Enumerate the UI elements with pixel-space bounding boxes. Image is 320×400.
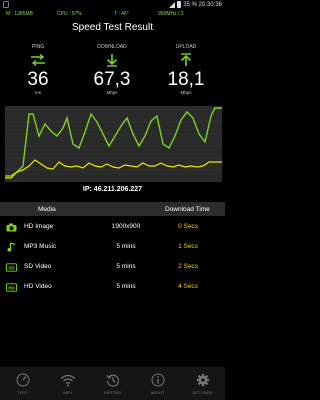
table-row: HD Image 1900x900 0 Secs xyxy=(0,217,225,237)
nav-history-label: HISTORY xyxy=(103,390,122,395)
download-arrow-icon xyxy=(82,52,142,68)
upload-metric: UPLOAD 18,1 Mbps xyxy=(156,44,216,95)
ping-label: PING xyxy=(31,44,45,50)
battery-icon xyxy=(177,1,182,8)
ping-unit: ms xyxy=(35,90,41,95)
nav-settings-label: SETTINGS xyxy=(192,390,213,395)
media-size: 5 mins xyxy=(116,263,136,270)
download-time: 0 Secs xyxy=(178,223,198,230)
download-time: 4 Secs xyxy=(178,283,198,290)
nav-history[interactable]: HISTORY xyxy=(90,372,135,395)
speedometer-icon xyxy=(0,372,45,388)
status-bar-right: 35 % 20:30:36 xyxy=(169,1,222,8)
hd-video-icon: HD xyxy=(6,282,17,292)
gear-icon xyxy=(180,372,225,388)
ping-metric: PING 36 ms xyxy=(8,44,68,95)
svg-text:SD: SD xyxy=(8,265,15,270)
signal-icon xyxy=(169,1,176,8)
column-media: Media xyxy=(38,206,56,213)
media-size: 1900x900 xyxy=(111,223,141,230)
results-table-header: Media Download Time xyxy=(0,202,225,216)
download-time: 2 Secs xyxy=(178,263,198,270)
memory-readout: M : 1285MB xyxy=(6,11,33,17)
upload-unit: Mbps xyxy=(180,90,192,95)
info-icon xyxy=(135,372,180,388)
download-metric: DOWNLOAD 67,3 Mbps xyxy=(82,44,142,95)
column-download-time: Download Time xyxy=(165,206,210,213)
media-name: MP3 Music xyxy=(24,243,57,250)
media-name: SD Video xyxy=(24,263,52,270)
bottom-navigation: TEST WIFI HISTORY ABOUT SETTINGS xyxy=(0,367,225,400)
download-value: 67,3 xyxy=(93,69,131,90)
nav-about-label: ABOUT xyxy=(150,390,165,395)
nav-wifi[interactable]: WIFI xyxy=(45,372,90,395)
download-label: DOWNLOAD xyxy=(97,44,127,50)
frequency-readout: 960MHz / 3 xyxy=(158,11,184,17)
notification-icon xyxy=(3,1,9,8)
device-info-bar: M : 1285MB CPU : 57% T : 46° 960MHz / 3 xyxy=(0,11,225,19)
media-size: 5 mins xyxy=(116,243,136,250)
table-row: MP3 Music 5 mins 1 Secs xyxy=(0,237,225,257)
download-time: 1 Secs xyxy=(178,243,198,250)
wifi-icon xyxy=(45,372,90,388)
upload-value: 18,1 xyxy=(167,69,205,90)
speed-graph xyxy=(5,106,222,182)
media-size: 5 mins xyxy=(116,283,136,290)
sd-video-icon: SD xyxy=(6,262,17,272)
upload-label: UPLOAD xyxy=(175,44,197,50)
music-note-icon xyxy=(6,242,17,252)
nav-about[interactable]: ABOUT xyxy=(135,372,180,395)
nav-settings[interactable]: SETTINGS xyxy=(180,372,225,395)
table-row: HD HD Video 5 mins 4 Secs xyxy=(0,277,225,297)
temperature-readout: T : 46° xyxy=(114,11,129,17)
upload-arrow-icon xyxy=(156,52,216,68)
download-unit: Mbps xyxy=(106,90,118,95)
ping-icon xyxy=(8,52,68,68)
status-text: 35 % 20:30:36 xyxy=(183,1,222,8)
ip-address: IP: 46.211.206.227 xyxy=(82,186,143,193)
status-bar: 35 % 20:30:36 xyxy=(0,0,225,10)
history-icon xyxy=(90,372,135,388)
media-name: HD Video xyxy=(24,283,52,290)
upload-series-line xyxy=(5,159,222,179)
cpu-readout: CPU : 57% xyxy=(57,11,82,17)
nav-test[interactable]: TEST xyxy=(0,372,45,395)
media-name: HD Image xyxy=(24,223,54,230)
nav-test-label: TEST xyxy=(17,390,28,395)
camera-icon xyxy=(6,222,17,232)
nav-wifi-label: WIFI xyxy=(63,390,72,395)
table-row: SD SD Video 5 mins 2 Secs xyxy=(0,257,225,277)
page-title: Speed Test Result xyxy=(72,22,153,33)
svg-text:HD: HD xyxy=(8,285,15,290)
ping-value: 36 xyxy=(27,69,49,90)
